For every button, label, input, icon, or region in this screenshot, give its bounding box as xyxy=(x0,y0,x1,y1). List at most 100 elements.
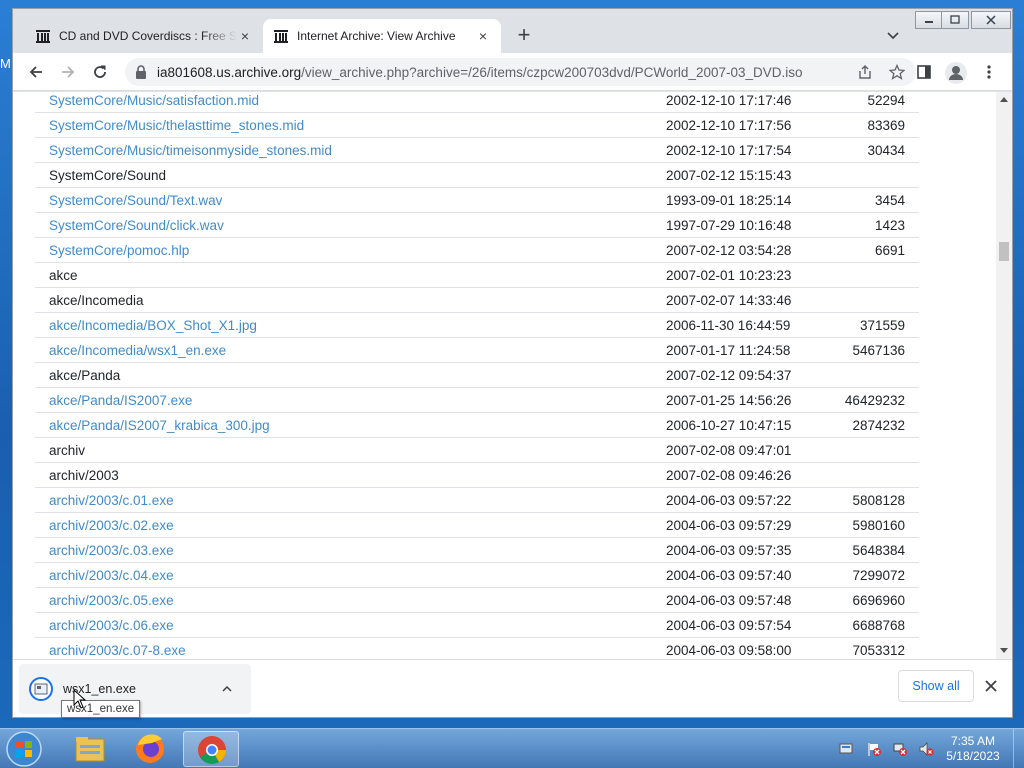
table-row: akce/Incomedia 2007-02-07 14:33:46 xyxy=(35,288,919,313)
file-link[interactable]: SystemCore/Music/timeisonmyside_stones.m… xyxy=(49,143,332,158)
file-size: 83369 xyxy=(867,118,905,133)
file-date: 2004-06-03 09:57:48 xyxy=(666,593,792,608)
bookmark-star-icon[interactable] xyxy=(889,64,905,80)
forward-button[interactable] xyxy=(56,60,80,84)
person-icon xyxy=(949,66,963,80)
file-date: 1993-09-01 18:25:14 xyxy=(666,193,792,208)
file-link[interactable]: archiv/2003/c.01.exe xyxy=(49,493,174,508)
file-date: 2002-12-10 17:17:56 xyxy=(666,118,792,133)
table-row: SystemCore/Music/timeisonmyside_stones.m… xyxy=(35,138,919,163)
file-date: 2002-12-10 17:17:54 xyxy=(666,143,792,158)
reload-button[interactable] xyxy=(88,60,112,84)
clock-date: 5/18/2023 xyxy=(946,749,1000,763)
table-row: akce/Panda/IS2007.exe 2007-01-25 14:56:26… xyxy=(35,388,919,413)
firefox-taskbar-button[interactable] xyxy=(122,731,178,767)
clock-time: 7:35 AM xyxy=(950,734,996,748)
file-size: 5980160 xyxy=(852,518,905,533)
scroll-up-icon[interactable] xyxy=(1000,96,1008,104)
taskbar: 7:35 AM 5/18/2023 xyxy=(0,728,1024,768)
table-row: archiv/2003/c.01.exe 2004-06-03 09:57:22 5… xyxy=(35,488,919,513)
folder-name: akce xyxy=(49,268,78,283)
file-link[interactable]: archiv/2003/c.06.exe xyxy=(49,618,174,633)
table-row: archiv/2003/c.05.exe 2004-06-03 09:57:48 6… xyxy=(35,588,919,613)
page-content: SystemCore/Music/satisfaction.mid 2002-12… xyxy=(13,92,1012,659)
side-panel-icon[interactable] xyxy=(916,64,932,80)
file-date: 2006-10-27 10:47:15 xyxy=(666,418,792,433)
new-tab-button[interactable]: + xyxy=(513,24,535,47)
show-all-button[interactable]: Show all xyxy=(898,670,974,702)
folder-name: akce/Incomedia xyxy=(49,293,144,308)
chevron-down-icon[interactable] xyxy=(885,27,901,43)
lock-icon[interactable] xyxy=(135,65,147,79)
tab-coverdiscs[interactable]: CD and DVD Coverdiscs : Free Software × xyxy=(25,19,263,53)
address-bar[interactable]: ia801608.us.archive.org/view_archive.php… xyxy=(125,58,916,86)
table-row: akce/Incomedia/wsx1_en.exe 2007-01-17 11:… xyxy=(35,338,919,363)
file-link[interactable]: akce/Panda/IS2007_krabica_300.jpg xyxy=(49,418,270,433)
tab-view-archive[interactable]: Internet Archive: View Archive × xyxy=(263,19,501,53)
network-alert-icon[interactable] xyxy=(892,741,908,757)
file-date: 2007-02-01 10:23:23 xyxy=(666,268,792,283)
file-link[interactable]: akce/Panda/IS2007.exe xyxy=(49,393,192,408)
scroll-thumb[interactable] xyxy=(999,242,1009,261)
volume-muted-icon[interactable] xyxy=(918,741,934,757)
explorer-taskbar-button[interactable] xyxy=(62,731,118,767)
file-date: 2004-06-03 09:58:00 xyxy=(666,643,792,658)
file-link[interactable]: SystemCore/pomoc.hlp xyxy=(49,243,189,258)
close-window-button[interactable] xyxy=(971,11,1011,29)
file-link[interactable]: SystemCore/Sound/Text.wav xyxy=(49,193,222,208)
minimize-button[interactable] xyxy=(915,11,943,29)
close-icon[interactable] xyxy=(983,678,999,694)
show-desktop-button[interactable] xyxy=(1013,729,1024,768)
file-date: 2004-06-03 09:57:40 xyxy=(666,568,792,583)
forward-arrow-icon xyxy=(62,66,75,78)
file-link[interactable]: akce/Incomedia/wsx1_en.exe xyxy=(49,343,226,358)
folder-name: archiv xyxy=(49,443,86,458)
restore-button[interactable] xyxy=(941,11,969,29)
file-link[interactable]: SystemCore/Sound/click.wav xyxy=(49,218,224,233)
flag-alert-icon[interactable] xyxy=(866,741,882,757)
archive-favicon-icon xyxy=(36,30,50,43)
chrome-taskbar-button[interactable] xyxy=(183,731,239,767)
file-size: 6696960 xyxy=(852,593,905,608)
vertical-scrollbar[interactable] xyxy=(996,92,1012,659)
file-link[interactable]: archiv/2003/c.02.exe xyxy=(49,518,174,533)
profile-avatar[interactable] xyxy=(945,62,967,84)
file-size: 371559 xyxy=(859,318,905,333)
file-date: 2004-06-03 09:57:54 xyxy=(666,618,792,633)
file-link[interactable]: archiv/2003/c.07-8.exe xyxy=(49,643,186,658)
file-link[interactable]: akce/Incomedia/BOX_Shot_X1.jpg xyxy=(49,318,257,333)
file-size: 2874232 xyxy=(852,418,905,433)
file-date: 2007-02-08 09:46:26 xyxy=(666,468,792,483)
file-size: 1423 xyxy=(874,218,905,233)
close-icon xyxy=(986,15,996,25)
tab-close-icon[interactable]: × xyxy=(237,28,253,44)
browser-window: CD and DVD Coverdiscs : Free Software × … xyxy=(12,8,1013,718)
share-icon[interactable] xyxy=(857,64,873,80)
file-link[interactable]: archiv/2003/c.03.exe xyxy=(49,543,174,558)
tab-close-icon[interactable]: × xyxy=(475,28,491,44)
table-row: akce 2007-02-01 10:23:23 xyxy=(35,263,919,288)
start-button[interactable] xyxy=(4,730,44,768)
file-link[interactable]: archiv/2003/c.05.exe xyxy=(49,593,174,608)
chrome-icon xyxy=(198,736,226,764)
file-link[interactable]: archiv/2003/c.04.exe xyxy=(49,568,174,583)
menu-dots-icon[interactable] xyxy=(981,64,997,80)
chevron-up-icon[interactable] xyxy=(221,683,233,695)
file-date: 2007-02-12 15:15:43 xyxy=(666,168,792,183)
exe-file-icon xyxy=(34,683,48,695)
table-row: archiv/2003 2007-02-08 09:46:26 xyxy=(35,463,919,488)
url-text[interactable]: ia801608.us.archive.org/view_archive.php… xyxy=(157,65,803,80)
file-date: 2007-02-12 09:54:37 xyxy=(666,368,792,383)
table-row: archiv/2003/c.06.exe 2004-06-03 09:57:54 6… xyxy=(35,613,919,638)
mouse-cursor-icon xyxy=(73,689,87,709)
action-center-icon[interactable] xyxy=(838,741,854,757)
file-link[interactable]: SystemCore/Music/satisfaction.mid xyxy=(49,93,259,108)
back-button[interactable] xyxy=(24,60,48,84)
file-link[interactable]: SystemCore/Music/thelasttime_stones.mid xyxy=(49,118,304,133)
system-clock[interactable]: 7:35 AM 5/18/2023 xyxy=(940,734,1006,764)
scroll-down-icon[interactable] xyxy=(1000,646,1008,654)
file-date: 2004-06-03 09:57:29 xyxy=(666,518,792,533)
table-row: SystemCore/pomoc.hlp 2007-02-12 03:54:28 6… xyxy=(35,238,919,263)
folder-name: akce/Panda xyxy=(49,368,121,383)
file-date: 2007-01-25 14:56:26 xyxy=(666,393,792,408)
